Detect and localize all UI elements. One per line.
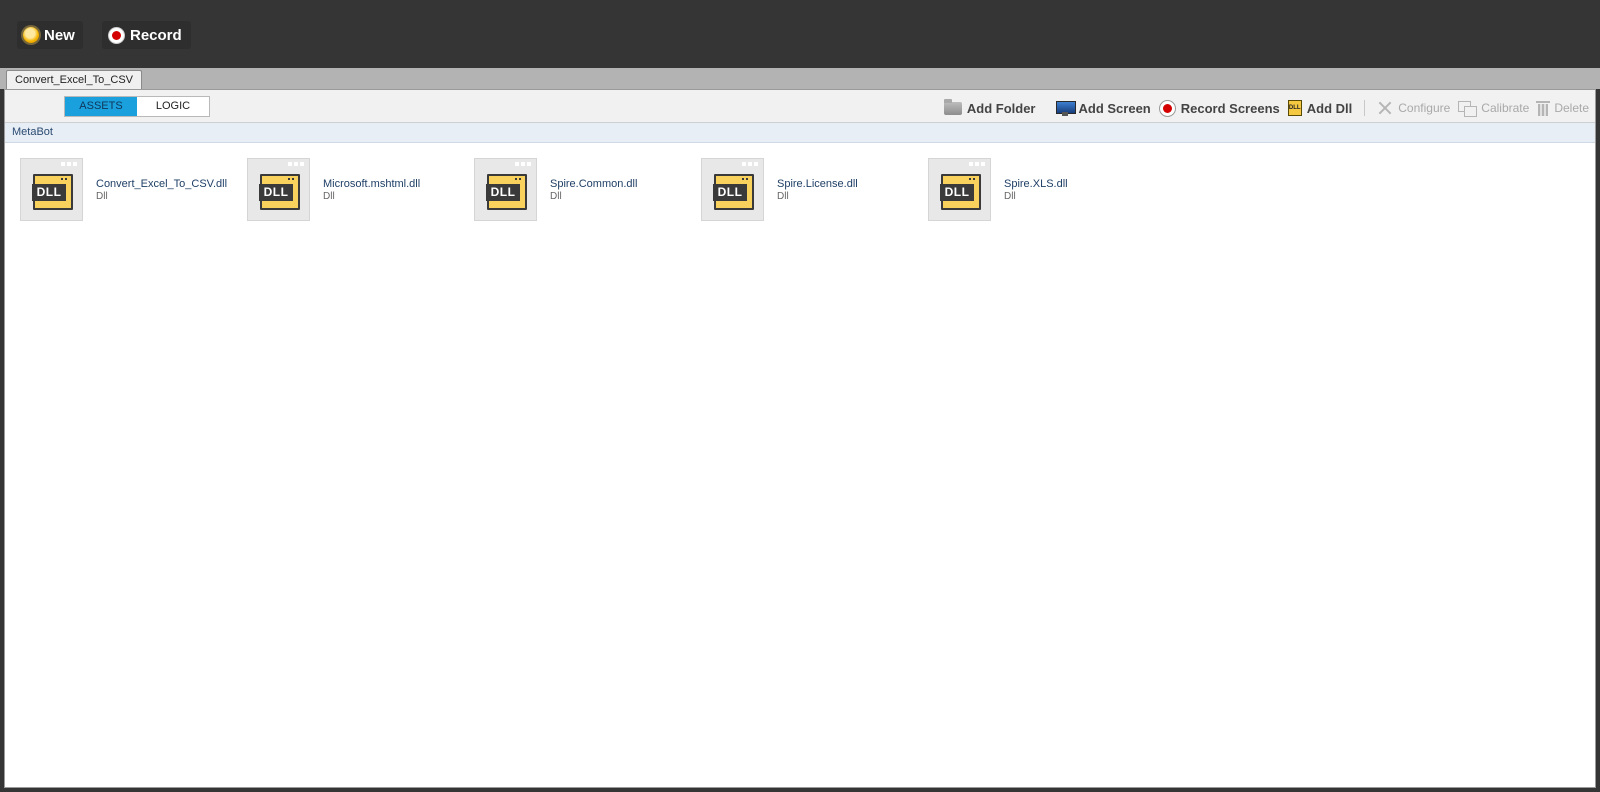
list-item[interactable]: DLL Spire.XLS.dll Dll <box>928 158 1155 222</box>
sun-icon <box>23 27 39 43</box>
asset-type: Dll <box>96 191 108 202</box>
window-dots-icon <box>742 162 758 166</box>
add-dll-label: Add Dll <box>1306 100 1353 116</box>
main-panel: ASSETS LOGIC Add Folder Add Screen Recor… <box>4 89 1596 788</box>
add-folder-button[interactable]: Add Folder <box>943 98 1036 116</box>
asset-name: Convert_Excel_To_CSV.dll <box>96 178 228 190</box>
asset-name: Microsoft.mshtml.dll <box>323 178 421 190</box>
toolbar-divider <box>1364 100 1366 116</box>
add-screen-button[interactable]: Add Screen <box>1055 100 1151 116</box>
configure-label: Configure <box>1398 101 1451 115</box>
dll-icon-label: DLL <box>940 184 974 201</box>
asset-type: Dll <box>1004 191 1016 202</box>
asset-thumbnail: DLL <box>928 158 991 221</box>
dll-icon-label: DLL <box>713 184 747 201</box>
tab-convert-excel-to-csv[interactable]: Convert_Excel_To_CSV <box>6 70 143 90</box>
toolbar-actions: Add Folder Add Screen Record Screens DLL… <box>936 98 1589 118</box>
add-screen-label: Add Screen <box>1078 100 1151 116</box>
dll-icon-label: DLL <box>486 184 520 201</box>
dll-file-icon: DLL <box>259 174 300 210</box>
asset-type: Dll <box>550 191 562 202</box>
tab-assets[interactable]: ASSETS <box>65 97 137 116</box>
asset-name: Spire.XLS.dll <box>1004 178 1068 190</box>
breadcrumb[interactable]: MetaBot <box>5 123 1595 143</box>
asset-grid: DLL Convert_Excel_To_CSV.dll Dll DLL Mic… <box>20 158 1155 222</box>
calibrate-icon <box>1458 101 1478 117</box>
asset-thumbnail: DLL <box>247 158 310 221</box>
record-button[interactable]: Record <box>102 21 191 49</box>
list-item[interactable]: DLL Microsoft.mshtml.dll Dll <box>247 158 474 222</box>
list-item[interactable]: DLL Spire.Common.dll Dll <box>474 158 701 222</box>
dll-file-icon: DLL <box>32 174 73 210</box>
dll-file-icon: DLL <box>486 174 527 210</box>
asset-thumbnail: DLL <box>701 158 764 221</box>
add-dll-button[interactable]: DLL Add Dll <box>1287 100 1353 116</box>
delete-label: Delete <box>1554 101 1589 115</box>
record-icon <box>1158 99 1176 117</box>
list-item[interactable]: DLL Convert_Excel_To_CSV.dll Dll <box>20 158 247 222</box>
dll-icon: DLL <box>1287 100 1302 116</box>
dll-file-icon: DLL <box>940 174 981 210</box>
new-button[interactable]: New <box>17 21 83 49</box>
calibrate-label: Calibrate <box>1481 101 1530 115</box>
asset-type: Dll <box>777 191 789 202</box>
configure-button[interactable]: Configure <box>1377 100 1450 116</box>
dll-file-icon: DLL <box>713 174 754 210</box>
window-dots-icon <box>61 162 77 166</box>
window-dots-icon <box>515 162 531 166</box>
record-screens-button[interactable]: Record Screens <box>1158 99 1280 117</box>
window-dots-icon <box>969 162 985 166</box>
asset-name: Spire.License.dll <box>777 178 858 190</box>
add-folder-label: Add Folder <box>966 100 1036 116</box>
record-button-label: Record <box>130 26 182 44</box>
view-switcher: ASSETS LOGIC <box>64 96 210 117</box>
trash-icon <box>1536 100 1551 116</box>
tab-strip: Convert_Excel_To_CSV <box>0 68 1600 90</box>
dll-icon-label: DLL <box>32 184 66 201</box>
list-item[interactable]: DLL Spire.License.dll Dll <box>701 158 928 222</box>
folder-icon <box>943 98 962 115</box>
dll-icon-label: DLL <box>259 184 293 201</box>
top-bar: New Record <box>0 0 1600 68</box>
monitor-icon <box>1055 100 1076 116</box>
record-screens-label: Record Screens <box>1180 100 1280 116</box>
window-dots-icon <box>288 162 304 166</box>
new-button-label: New <box>44 26 75 44</box>
asset-name: Spire.Common.dll <box>550 178 638 190</box>
wrench-icon <box>1377 100 1393 116</box>
record-icon <box>108 26 125 44</box>
tab-logic[interactable]: LOGIC <box>137 97 209 116</box>
asset-type: Dll <box>323 191 335 202</box>
delete-button[interactable]: Delete <box>1536 100 1589 116</box>
asset-thumbnail: DLL <box>474 158 537 221</box>
asset-thumbnail: DLL <box>20 158 83 221</box>
asset-toolbar: ASSETS LOGIC Add Folder Add Screen Recor… <box>5 90 1595 123</box>
calibrate-button[interactable]: Calibrate <box>1458 101 1530 117</box>
